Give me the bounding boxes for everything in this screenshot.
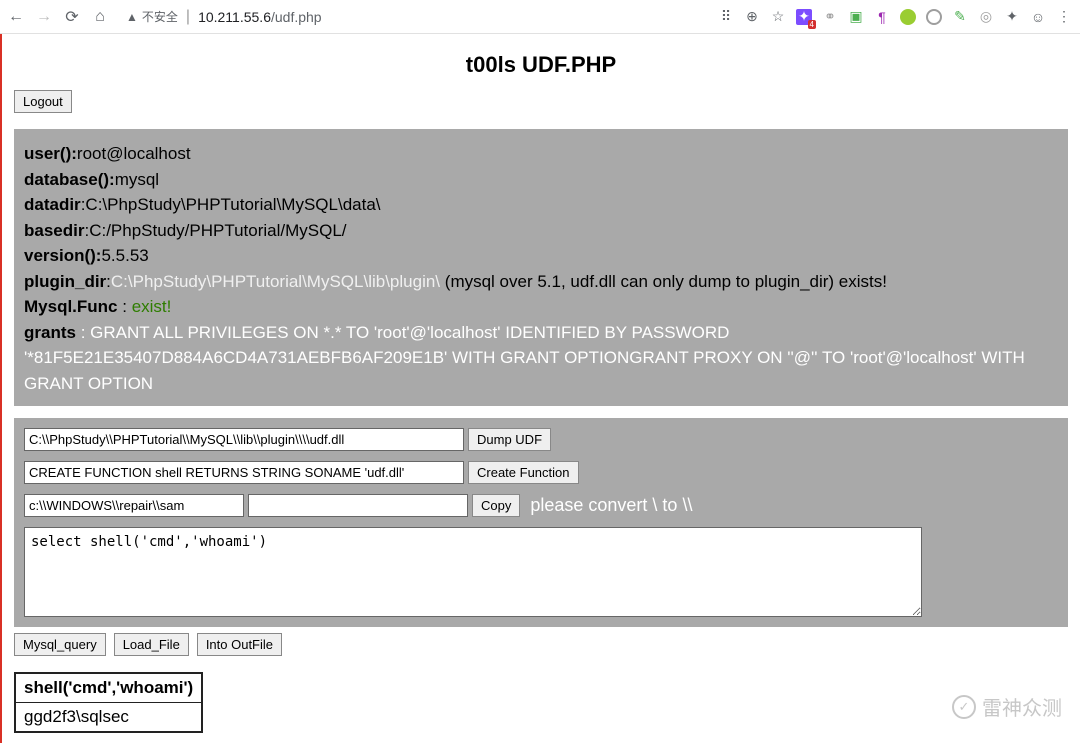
browser-toolbar: ← → ⟳ ⌂ ▲ 不安全 | 10.211.55.6/udf.php ⠿ ⊕ … [0, 0, 1080, 34]
address-bar[interactable]: ▲ 不安全 | 10.211.55.6/udf.php [118, 4, 708, 30]
table-row: shell('cmd','whoami') [15, 673, 202, 703]
page-content: t00ls UDF.PHP Logout user():root@localho… [0, 34, 1080, 743]
profile-icon[interactable]: ☺ [1030, 9, 1046, 25]
extension-chain-icon[interactable]: ⚭ [822, 9, 838, 25]
back-icon[interactable]: ← [8, 8, 24, 26]
extensions-icon[interactable]: ✦ [1004, 9, 1020, 25]
security-warning: ▲ 不安全 [126, 8, 178, 25]
copy-dst-input[interactable] [248, 494, 468, 517]
extension-block-icon[interactable] [926, 9, 942, 25]
extension-image-icon[interactable]: ▣ [848, 9, 864, 25]
translate-icon[interactable]: ⠿ [718, 9, 734, 25]
url-text: 10.211.55.6/udf.php [198, 9, 322, 25]
info-basedir: basedir:C:/PhpStudy/PHPTutorial/MySQL/ [24, 218, 1058, 244]
into-outfile-button[interactable]: Into OutFile [197, 633, 282, 656]
watermark-text: 雷神众测 [982, 692, 1062, 721]
info-version: version():5.5.53 [24, 243, 1058, 269]
warning-icon: ▲ [126, 10, 138, 24]
menu-icon[interactable]: ⋮ [1056, 9, 1072, 25]
logout-button[interactable]: Logout [14, 90, 72, 113]
convert-note: please convert \ to \\ [530, 495, 692, 516]
create-function-row: Create Function [24, 461, 1058, 484]
separator: | [186, 8, 190, 26]
server-info-panel: user():root@localhost database():mysql d… [14, 129, 1068, 406]
copy-src-input[interactable] [24, 494, 244, 517]
query-textarea[interactable]: select shell('cmd','whoami') [24, 527, 922, 617]
bookmark-icon[interactable]: ☆ [770, 9, 786, 25]
info-datadir: datadir:C:\PhpStudy\PHPTutorial\MySQL\da… [24, 192, 1058, 218]
extension-pilcrow-icon[interactable]: ¶ [874, 9, 890, 25]
watermark: ✓ 雷神众测 [952, 692, 1062, 721]
info-user: user():root@localhost [24, 141, 1058, 167]
page-title: t00ls UDF.PHP [14, 52, 1068, 78]
watermark-icon: ✓ [952, 695, 976, 719]
load-file-button[interactable]: Load_File [114, 633, 189, 656]
create-function-button[interactable]: Create Function [468, 461, 579, 484]
dump-udf-row: Dump UDF [24, 428, 1058, 451]
reload-icon[interactable]: ⟳ [64, 7, 80, 27]
info-mysql-func: Mysql.Func : exist! [24, 294, 1058, 320]
info-plugin-dir: plugin_dir:C:\PhpStudy\PHPTutorial\MySQL… [24, 269, 1058, 295]
extension-settings-icon[interactable]: ◎ [978, 9, 994, 25]
logout-wrap: Logout [14, 90, 1068, 113]
copy-row: Copy please convert \ to \\ [24, 494, 1058, 517]
home-icon[interactable]: ⌂ [92, 8, 108, 26]
extension-green-dot-icon[interactable] [900, 9, 916, 25]
result-header-cell: shell('cmd','whoami') [15, 673, 202, 703]
info-database: database():mysql [24, 167, 1058, 193]
mysql-query-button[interactable]: Mysql_query [14, 633, 106, 656]
copy-button[interactable]: Copy [472, 494, 520, 517]
extension-bookmark2-icon[interactable]: ✎ [952, 9, 968, 25]
result-table: shell('cmd','whoami') ggd2f3\sqlsec [14, 672, 203, 733]
security-text: 不安全 [142, 8, 178, 25]
nav-buttons: ← → ⟳ ⌂ [8, 7, 108, 27]
forms-panel: Dump UDF Create Function Copy please con… [14, 418, 1068, 627]
dump-path-input[interactable] [24, 428, 464, 451]
create-function-input[interactable] [24, 461, 464, 484]
forward-icon[interactable]: → [36, 8, 52, 26]
result-value-cell: ggd2f3\sqlsec [15, 703, 202, 733]
info-grants: grants : GRANT ALL PRIVILEGES ON *.* TO … [24, 320, 1058, 397]
table-row: ggd2f3\sqlsec [15, 703, 202, 733]
query-buttons-row: Mysql_query Load_File Into OutFile [14, 633, 1068, 656]
zoom-icon[interactable]: ⊕ [744, 9, 760, 25]
dump-udf-button[interactable]: Dump UDF [468, 428, 551, 451]
extension-icons: ⠿ ⊕ ☆ ✦ ⚭ ▣ ¶ ✎ ◎ ✦ ☺ ⋮ [718, 9, 1072, 25]
extension-purple-icon[interactable]: ✦ [796, 9, 812, 25]
